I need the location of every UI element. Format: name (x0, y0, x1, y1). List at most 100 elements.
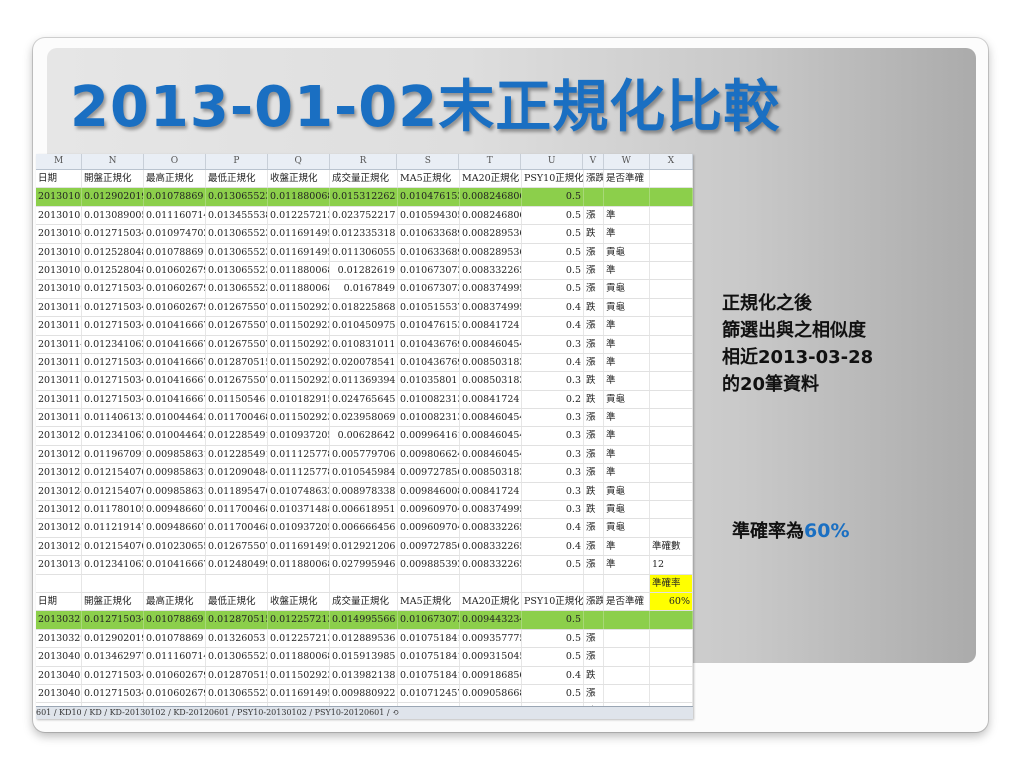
table-cell: 0.3 (522, 409, 584, 427)
table-cell: 0.012921206 (330, 537, 398, 556)
table-cell: 收盤正規化 (268, 592, 330, 611)
table-cell: 0.01282619 (330, 261, 398, 280)
table-cell: PSY10正規化 (522, 170, 584, 188)
table-cell: 0.009964161 (398, 427, 460, 445)
table-cell: 20130115 (36, 353, 82, 372)
column-letter: X (650, 154, 693, 169)
table-cell: 0.015913985 (330, 648, 398, 666)
table-cell: 0.018225868 (330, 298, 398, 317)
table-cell: 開盤正規化 (82, 170, 144, 188)
table-cell: 0.009609704 (398, 501, 460, 519)
table-cell: 0.013065523 (206, 648, 268, 666)
table-cell (650, 445, 693, 464)
table-cell: 準 (604, 372, 650, 390)
table-cell: 0.5 (522, 611, 584, 629)
table-cell: 0.011700468 (206, 409, 268, 427)
note-line: 篩選出與之相似度 (722, 320, 866, 341)
table-cell: 漲跌 (584, 592, 604, 611)
table-cell: 0.013065523 (206, 188, 268, 206)
table-cell: 準 (604, 317, 650, 335)
table-cell: 0.009806624 (398, 445, 460, 464)
table-cell: 貢龜 (604, 390, 650, 409)
table-cell: 0.012090484 (206, 464, 268, 482)
accuracy-value: 60% (804, 520, 850, 542)
table-cell: 0.012715034 (82, 298, 144, 317)
table-cell: 貢龜 (604, 298, 650, 317)
table-cell: 0.023958069 (330, 409, 398, 427)
table-cell: 0.010044643 (144, 409, 206, 427)
table-cell: 0.010476153 (398, 317, 460, 335)
table-cell: 0.012715034 (82, 684, 144, 703)
table-cell: 0.010602679 (144, 298, 206, 317)
table-cell: 0.012285491 (206, 445, 268, 464)
table-cell: 準 (604, 537, 650, 556)
table-cell (650, 409, 693, 427)
table-cell: 0.5 (522, 280, 584, 298)
table-cell: 0.010751841 (398, 629, 460, 648)
table-cell: 成交量正規化 (330, 170, 398, 188)
table-cell (650, 464, 693, 482)
table-cell: 0.023752217 (330, 206, 398, 225)
table-cell: 0.010436769 (398, 353, 460, 372)
table-cell (330, 574, 398, 592)
table-cell: 20130104 (36, 225, 82, 243)
table-cell (584, 611, 604, 629)
table-cell: 0.011502923 (268, 409, 330, 427)
table-row: 20130107 0.012528048 0.01078869 0.013065523… (36, 243, 693, 262)
table-cell: 漲 (584, 317, 604, 335)
table-cell: 0.013982138 (330, 666, 398, 684)
table-cell: 20130102 (36, 188, 82, 206)
table-row: 20130402 0.012715034 0.010602679 0.01287051… (36, 666, 693, 685)
table-cell: 跌 (584, 501, 604, 519)
table-cell (36, 574, 82, 592)
table-cell: 0.5 (522, 629, 584, 648)
table-cell: 0.01078869 (144, 611, 206, 629)
table-cell (650, 170, 693, 188)
table-cell (604, 188, 650, 206)
table-cell: 日期 (36, 592, 82, 611)
table-cell: 0.008246806 (460, 188, 522, 206)
table-cell: 跌 (584, 225, 604, 243)
table-cell (650, 335, 693, 353)
table-cell: 0.012715034 (82, 611, 144, 629)
table-cell (650, 261, 693, 280)
table-cell: 0.011125778 (268, 464, 330, 482)
table-cell: 0.012715034 (82, 280, 144, 298)
table-cell: 0.011691495 (268, 684, 330, 703)
table-cell: 0.009486607 (144, 501, 206, 519)
table-cell: MA5正規化 (398, 170, 460, 188)
table-cell: 0.013455538 (206, 206, 268, 225)
slide-title: 2013-01-02末正規化比較 (70, 75, 781, 140)
table-cell: 最低正規化 (206, 592, 268, 611)
table-cell: 0.012675507 (206, 317, 268, 335)
table-cell (584, 574, 604, 592)
table-cell: 0.010673073 (398, 261, 460, 280)
column-letter: W (604, 154, 650, 169)
table-cell: 0.012341062 (82, 427, 144, 445)
table-row: 20130116 0.012715034 0.010416667 0.01267550… (36, 372, 693, 391)
table-cell: 0.012528048 (82, 243, 144, 261)
spreadsheet-screenshot: MNOPQRSTUVWX 日期 開盤正規化 最高正規化 最低正規化 收盤正規化 成交量正規… (36, 154, 693, 719)
table-cell: 0.010416667 (144, 556, 206, 574)
table-cell: 0.009315045 (460, 648, 522, 666)
table-cell (650, 390, 693, 409)
table-cell: 0.01078869 (144, 188, 206, 206)
table-cell: 0.011880068 (268, 188, 330, 206)
table-cell (650, 666, 693, 684)
table-cell: 準 (604, 409, 650, 427)
table-cell: 0.013065523 (206, 280, 268, 298)
table-cell: 0.01078869 (144, 243, 206, 261)
table-cell: 0.010751841 (398, 666, 460, 684)
table-cell (604, 574, 650, 592)
table-cell: 0.00841724 (460, 482, 522, 501)
table-cell: 0.4 (522, 537, 584, 556)
table-cell: 0.011880068 (268, 261, 330, 280)
table-cell: 0.5 (522, 188, 584, 206)
table-cell: 20130118 (36, 409, 82, 427)
table-cell (604, 611, 650, 629)
table-cell: 0.015312262 (330, 188, 398, 206)
table-cell: 0.012257213 (268, 611, 330, 629)
table-cell: 0.01078869 (144, 629, 206, 648)
table-cell: 最低正規化 (206, 170, 268, 188)
table-cell: 漲 (584, 537, 604, 556)
